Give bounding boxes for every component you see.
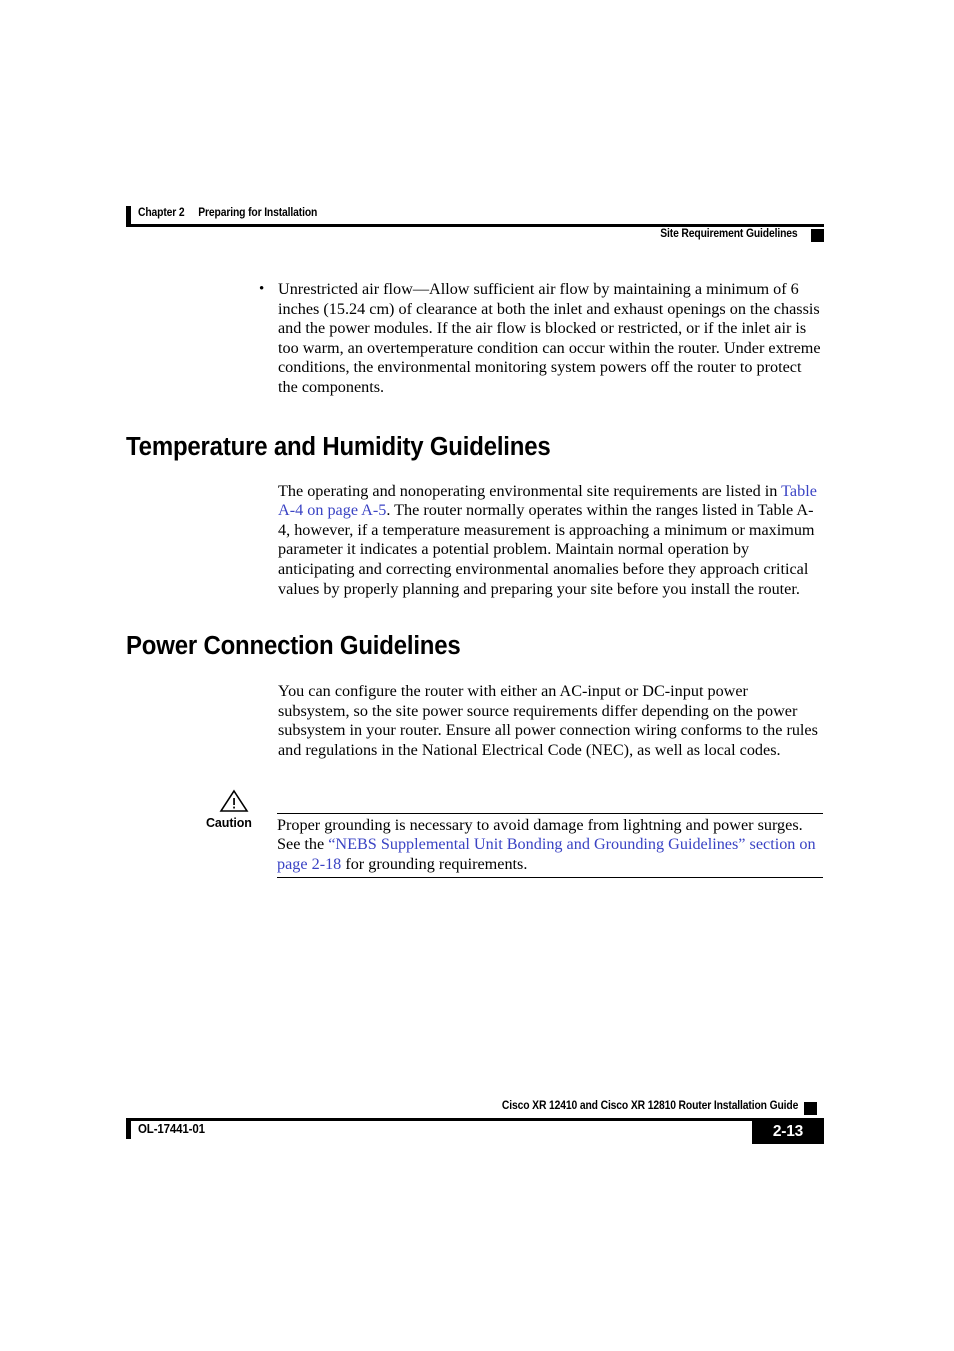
page-header: Chapter 2 Preparing for Installation Sit…: [126, 206, 824, 242]
page-footer: Cisco XR 12410 and Cisco XR 12810 Router…: [126, 1100, 824, 1144]
paragraph-power-connection: You can configure the router with either…: [278, 682, 818, 759]
footer-square-marker-icon: [804, 1102, 817, 1115]
caution-top-rule: [277, 812, 823, 814]
header-square-marker-icon: [811, 229, 824, 242]
footer-divider-rule: [126, 1118, 824, 1121]
list-item: • Unrestricted air flow—Allow sufficient…: [259, 280, 823, 398]
warning-triangle-icon: [219, 789, 249, 813]
footer-page-number: 2-13: [772, 1123, 804, 1140]
heading-power-connection-guidelines: Power Connection Guidelines: [126, 632, 461, 661]
caution-text: Proper grounding is necessary to avoid d…: [277, 816, 825, 875]
footer-left-tick-mark: [126, 1121, 131, 1139]
bullet-marker-icon: •: [259, 281, 265, 297]
header-section-row: Site Requirement Guidelines: [126, 228, 824, 246]
paragraph-text-before-link: The operating and nonoperating environme…: [278, 481, 782, 500]
caution-bottom-rule: [277, 876, 823, 878]
document-page: Chapter 2 Preparing for Installation Sit…: [0, 0, 954, 1351]
paragraph-temperature-guidelines: The operating and nonoperating environme…: [278, 482, 823, 600]
header-left-tick-mark: [126, 206, 131, 224]
list-item-text: Unrestricted air flow—Allow sufficient a…: [278, 280, 821, 396]
footer-page-number-box: 2-13: [752, 1120, 824, 1144]
footer-document-id: OL-17441-01: [138, 1122, 205, 1136]
heading-temperature-and-humidity-guidelines: Temperature and Humidity Guidelines: [126, 432, 551, 461]
page-content: • Unrestricted air flow—Allow sufficient…: [126, 280, 826, 879]
header-chapter-text: Chapter 2 Preparing for Installation: [138, 207, 318, 219]
header-chapter-row: Chapter 2 Preparing for Installation: [126, 206, 824, 224]
header-divider-rule: [126, 224, 824, 227]
airflow-bullet-list: • Unrestricted air flow—Allow sufficient…: [126, 280, 826, 398]
caution-admonition: Caution Proper grounding is necessary to…: [126, 789, 826, 879]
caution-text-after-link: for grounding requirements.: [341, 854, 528, 873]
footer-guide-row: Cisco XR 12410 and Cisco XR 12810 Router…: [126, 1100, 824, 1118]
footer-guide-title: Cisco XR 12410 and Cisco XR 12810 Router…: [501, 1100, 798, 1112]
header-section-title: Site Requirement Guidelines: [660, 228, 798, 240]
caution-label: Caution: [206, 815, 252, 830]
